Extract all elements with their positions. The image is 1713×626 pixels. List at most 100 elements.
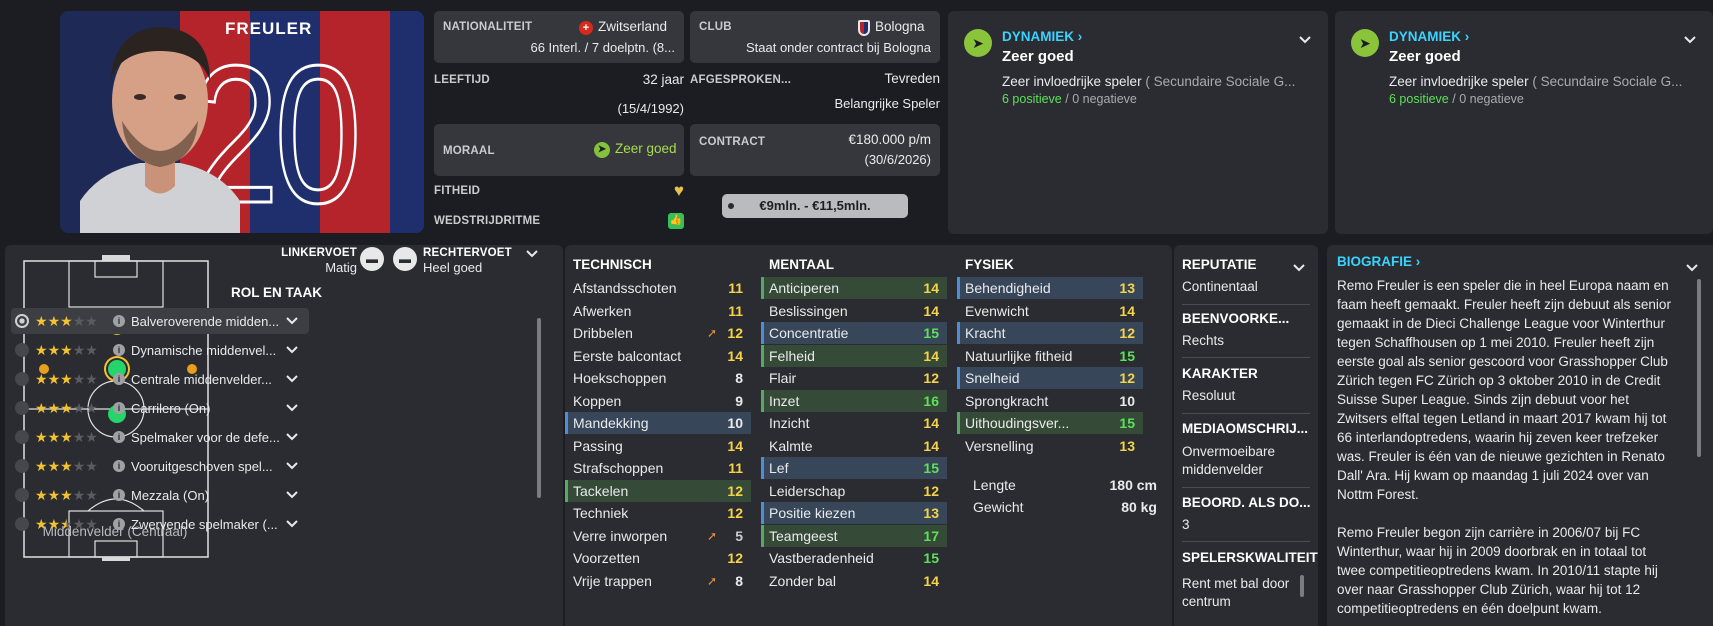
- radio-icon[interactable]: [15, 517, 29, 531]
- dynamics-link[interactable]: DYNAMIEK ›: [1002, 29, 1082, 44]
- attribute-row[interactable]: Strafschoppen 11: [565, 457, 751, 479]
- attribute-row[interactable]: Uithoudingsver... 15: [957, 412, 1143, 434]
- info-icon[interactable]: i: [113, 489, 125, 501]
- dynamics-negative[interactable]: 0 negatieve: [1459, 92, 1524, 106]
- biography-scrollbar[interactable]: [1697, 279, 1701, 457]
- attribute-row[interactable]: Passing 14: [565, 435, 751, 457]
- info-icon[interactable]: i: [113, 344, 125, 356]
- star-icon: ★: [85, 370, 98, 387]
- nationality-cell[interactable]: NATIONALITEIT + Zwitserland 66 Interl. /…: [434, 11, 684, 63]
- dynamics-positive[interactable]: 6 positieve: [1389, 92, 1449, 106]
- attribute-row[interactable]: Behendigheid 13: [957, 277, 1143, 299]
- attribute-row[interactable]: Kalmte 14: [761, 435, 947, 457]
- chevron-down-icon[interactable]: [285, 343, 299, 357]
- attribute-row[interactable]: Koppen 9: [565, 390, 751, 412]
- radio-icon[interactable]: [15, 372, 29, 386]
- role-row[interactable]: ★★★★★ i Mezzala (On): [11, 482, 309, 508]
- attribute-row[interactable]: Lef 15: [761, 457, 947, 479]
- chevron-down-icon[interactable]: [1685, 261, 1699, 275]
- role-row[interactable]: ★★★★★ i Dynamische middenvel...: [11, 337, 309, 363]
- attribute-row[interactable]: Eerste balcontact 14: [565, 345, 751, 367]
- chevron-down-icon[interactable]: [285, 372, 299, 386]
- attribute-row[interactable]: Felheid 14: [761, 344, 947, 367]
- attribute-name: Beslissingen: [769, 302, 848, 319]
- dynamics-link[interactable]: DYNAMIEK ›: [1389, 29, 1469, 44]
- attribute-name: Teamgeest: [769, 527, 838, 544]
- attribute-row[interactable]: Concentratie 15: [761, 322, 947, 344]
- attribute-row[interactable]: Sprongkracht 10: [957, 390, 1143, 412]
- role-row[interactable]: ★★★★★ i Balveroverende midden...: [11, 308, 309, 334]
- attribute-row[interactable]: Mandekking 10: [565, 412, 751, 434]
- attribute-row[interactable]: Verre inworpen ➚ 5: [565, 525, 751, 547]
- star-icon: ★: [35, 312, 48, 329]
- radio-icon[interactable]: [15, 459, 29, 473]
- radio-selected-icon[interactable]: [15, 314, 29, 328]
- radio-icon[interactable]: [15, 343, 29, 357]
- chevron-down-icon[interactable]: [285, 430, 299, 444]
- attribute-row[interactable]: Snelheid 12: [957, 367, 1143, 389]
- attribute-row[interactable]: Flair 12: [761, 367, 947, 389]
- attribute-row[interactable]: Positie kiezen 13: [761, 502, 947, 524]
- attribute-row[interactable]: Tackelen 12: [565, 479, 751, 502]
- radio-icon[interactable]: [15, 488, 29, 502]
- radio-icon[interactable]: [15, 430, 29, 444]
- attribute-row[interactable]: Vastberadenheid 15: [761, 547, 947, 569]
- attribute-row[interactable]: Zonder bal 14: [761, 570, 947, 592]
- chevron-down-icon[interactable]: [285, 488, 299, 502]
- star-icon: ★: [47, 457, 61, 474]
- attribute-row[interactable]: Kracht 12: [957, 322, 1143, 344]
- chevron-down-icon[interactable]: [285, 517, 299, 531]
- attribute-row[interactable]: Afstandsschoten 11: [565, 277, 751, 299]
- dynamics-negative[interactable]: 0 negatieve: [1072, 92, 1137, 106]
- biography-link[interactable]: BIOGRAFIE ›: [1337, 254, 1420, 269]
- radio-icon[interactable]: [15, 401, 29, 415]
- attribute-row[interactable]: Inzicht 14: [761, 412, 947, 434]
- attribute-row[interactable]: Inzet 16: [761, 389, 947, 412]
- agreed-label: AFGESPROKEN...: [690, 74, 792, 86]
- attribute-row[interactable]: Versnelling 13: [957, 435, 1143, 457]
- info-icon[interactable]: i: [113, 373, 125, 385]
- contract-cell[interactable]: CONTRACT €180.000 p/m (30/6/2026): [690, 124, 940, 176]
- attribute-row[interactable]: Techniek 12: [565, 502, 751, 524]
- club-value[interactable]: Bologna: [875, 19, 925, 34]
- attribute-row[interactable]: Vrije trappen ➚ 8: [565, 570, 751, 592]
- chevron-down-icon[interactable]: [285, 314, 299, 328]
- info-icon[interactable]: i: [113, 431, 125, 443]
- attribute-row[interactable]: Teamgeest 17: [761, 524, 947, 547]
- role-row[interactable]: ★★★★★ i Vooruitgeschoven spel...: [11, 453, 309, 479]
- attribute-row[interactable]: Natuurlijke fitheid 15: [957, 345, 1143, 367]
- info-icon[interactable]: i: [113, 518, 125, 530]
- chevron-down-icon[interactable]: [285, 401, 299, 415]
- dynamics-rating: Zeer goed: [1389, 48, 1461, 65]
- attribute-row[interactable]: Leiderschap 12: [761, 480, 947, 502]
- attribute-row[interactable]: Evenwicht 14: [957, 300, 1143, 322]
- right-foot-block: RECHTERVOET Heel goed: [423, 245, 523, 275]
- club-cell[interactable]: CLUB Bologna Staat onder contract bij Bo…: [690, 11, 940, 63]
- role-row[interactable]: ★★★★★ i Spelmaker voor de defe...: [11, 424, 309, 450]
- attribute-row[interactable]: Afwerken 11: [565, 300, 751, 322]
- role-row[interactable]: ★★★★★ i Zwervende spelmaker (...: [11, 511, 309, 537]
- chevron-down-icon[interactable]: [1292, 261, 1306, 275]
- attribute-row[interactable]: Voorzetten 12: [565, 547, 751, 569]
- value-tag[interactable]: €9mln. - €11,5mln.: [722, 194, 908, 218]
- attribute-row[interactable]: Dribbelen ➚ 12: [565, 322, 751, 344]
- chevron-down-icon[interactable]: [1298, 33, 1312, 47]
- attribute-row[interactable]: Anticiperen 14: [761, 277, 947, 299]
- roles-scrollbar[interactable]: [537, 318, 541, 498]
- dynamics-desc-row: Zeer invloedrijke speler ( Secundaire So…: [1002, 74, 1295, 89]
- attribute-row[interactable]: Hoekschoppen 8: [565, 367, 751, 389]
- morale-cell[interactable]: MORAAL ➤ Zeer goed: [434, 124, 684, 176]
- dynamics-positive[interactable]: 6 positieve: [1002, 92, 1062, 106]
- info-icon[interactable]: i: [113, 402, 125, 414]
- attribute-value: 8: [735, 572, 743, 589]
- traits-scrollbar[interactable]: [1300, 575, 1304, 597]
- attribute-name: Uithoudingsver...: [965, 415, 1070, 431]
- role-row[interactable]: ★★★★★ i Carrilero (On): [11, 395, 309, 421]
- info-icon[interactable]: i: [113, 460, 125, 472]
- attribute-row[interactable]: Beslissingen 14: [761, 300, 947, 322]
- chevron-down-icon[interactable]: [525, 247, 539, 261]
- chevron-down-icon[interactable]: [285, 459, 299, 473]
- info-icon[interactable]: i: [113, 315, 125, 327]
- chevron-down-icon[interactable]: [1683, 33, 1697, 47]
- role-row[interactable]: ★★★★★ i Centrale middenvelder...: [11, 366, 309, 392]
